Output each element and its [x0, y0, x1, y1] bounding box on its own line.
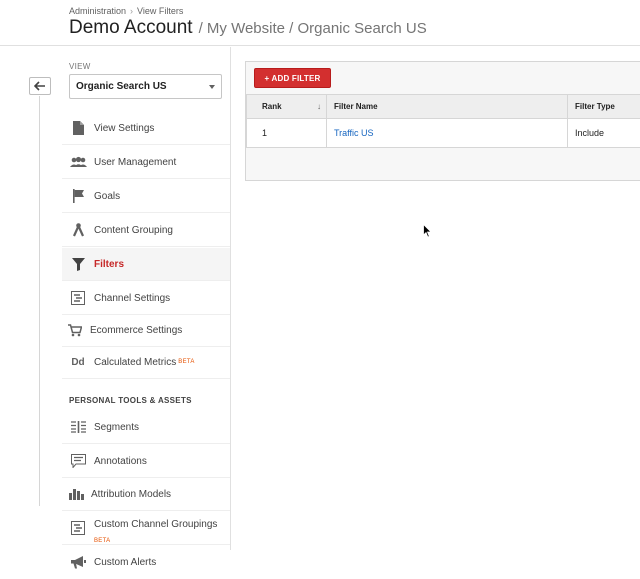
- nav-item-attribution-models[interactable]: Attribution Models: [62, 478, 230, 511]
- column-header-filter-type[interactable]: Filter Type: [567, 94, 640, 119]
- back-button[interactable]: [29, 77, 51, 95]
- filter-icon: [69, 256, 87, 272]
- column-header-filter-name[interactable]: Filter Name: [326, 94, 568, 119]
- beta-badge: BETA: [178, 359, 195, 365]
- mouse-cursor-icon: [423, 224, 432, 238]
- back-arrow-icon: [34, 81, 45, 91]
- table-cell-filter-name: Traffic US: [326, 119, 568, 148]
- nav-item-label: Annotations: [94, 455, 147, 467]
- nav-item-label: Content Grouping: [94, 224, 173, 236]
- account-name[interactable]: Demo Account: [69, 17, 193, 38]
- hierarchy-icon: [69, 222, 87, 238]
- nav-divider: [230, 47, 231, 550]
- nav-item-custom-channel-groupings[interactable]: Custom Channel Groupings BETA: [62, 511, 230, 545]
- column-header-rank[interactable]: Rank ↓: [246, 94, 327, 119]
- nav-item-custom-alerts[interactable]: Custom Alerts: [62, 546, 230, 579]
- nav-item-annotations[interactable]: Annotations: [62, 445, 230, 478]
- section-label-personal-tools: PERSONAL TOOLS & ASSETS: [69, 396, 192, 405]
- users-icon: [69, 154, 87, 170]
- document-icon: [69, 120, 87, 136]
- chevron-down-icon: [209, 84, 215, 89]
- view-selector-value: Organic Search US: [76, 81, 167, 92]
- nav-item-segments[interactable]: Segments: [62, 411, 230, 444]
- nav-item-content-grouping[interactable]: Content Grouping: [62, 214, 230, 247]
- nav-item-channel-settings[interactable]: Channel Settings: [62, 282, 230, 315]
- page-title: Demo Account / My Website / Organic Searc…: [69, 17, 427, 39]
- nav-item-label: Calculated Metrics: [94, 356, 177, 368]
- nav-item-label: Goals: [94, 190, 121, 202]
- column-header-label: Filter Name: [334, 102, 378, 111]
- breadcrumb: Administration › View Filters: [69, 6, 183, 16]
- column-header-label: Rank: [262, 102, 282, 111]
- nav-item-label: Filters: [94, 258, 125, 270]
- nav-item-label-wrap: Custom Channel Groupings BETA: [94, 519, 218, 544]
- view-label: VIEW: [69, 62, 91, 71]
- nav-item-label: Custom Channel Groupings: [94, 519, 218, 530]
- sort-down-icon: ↓: [317, 102, 321, 111]
- calculated-metrics-icon: Dd: [71, 356, 85, 368]
- column-header-label: Filter Type: [575, 102, 615, 111]
- nav-item-label: Custom Alerts: [94, 557, 157, 568]
- breadcrumb-administration[interactable]: Administration: [69, 6, 126, 16]
- breadcrumb-separator: ›: [130, 6, 134, 16]
- view-selector[interactable]: Organic Search US: [69, 74, 222, 99]
- nav-item-user-management[interactable]: User Management: [62, 146, 230, 179]
- nav-item-label: Segments: [94, 421, 140, 433]
- nav-item-ecommerce-settings[interactable]: Ecommerce Settings: [62, 314, 230, 347]
- nav-item-label: Ecommerce Settings: [90, 324, 183, 336]
- nav-item-label: User Management: [94, 156, 177, 168]
- table-cell-filter-type: Include: [567, 119, 640, 148]
- beta-badge: BETA: [94, 538, 111, 544]
- nav-item-calculated-metrics[interactable]: Dd Calculated Metrics BETA: [62, 346, 230, 379]
- filter-name-link[interactable]: Traffic US: [334, 128, 374, 138]
- property-view-path: / My Website / Organic Search US: [198, 20, 427, 37]
- channel-icon: [69, 290, 87, 306]
- nav-item-label: Attribution Models: [91, 488, 172, 500]
- megaphone-icon: [69, 555, 87, 571]
- cart-icon: [66, 322, 84, 338]
- nav-item-label: View Settings: [94, 122, 155, 134]
- rail-line: [39, 96, 40, 506]
- add-filter-button[interactable]: + ADD FILTER: [254, 68, 331, 88]
- flag-icon: [69, 188, 87, 204]
- page-header: Administration › View Filters Demo Account…: [0, 0, 640, 46]
- channel-grouping-icon: [69, 520, 87, 536]
- nav-item-filters[interactable]: Filters: [62, 248, 230, 281]
- breadcrumb-view-filters: View Filters: [137, 6, 184, 16]
- annotation-icon: [69, 453, 87, 469]
- nav-item-label: Channel Settings: [94, 292, 171, 304]
- filters-panel: + ADD FILTER Rank ↓ Filter Name Filter T…: [245, 61, 640, 181]
- bar-chart-icon: [67, 486, 85, 502]
- segments-icon: [69, 419, 87, 435]
- nav-item-view-settings[interactable]: View Settings: [62, 112, 230, 145]
- nav-item-goals[interactable]: Goals: [62, 180, 230, 213]
- table-cell-rank: 1: [246, 119, 327, 148]
